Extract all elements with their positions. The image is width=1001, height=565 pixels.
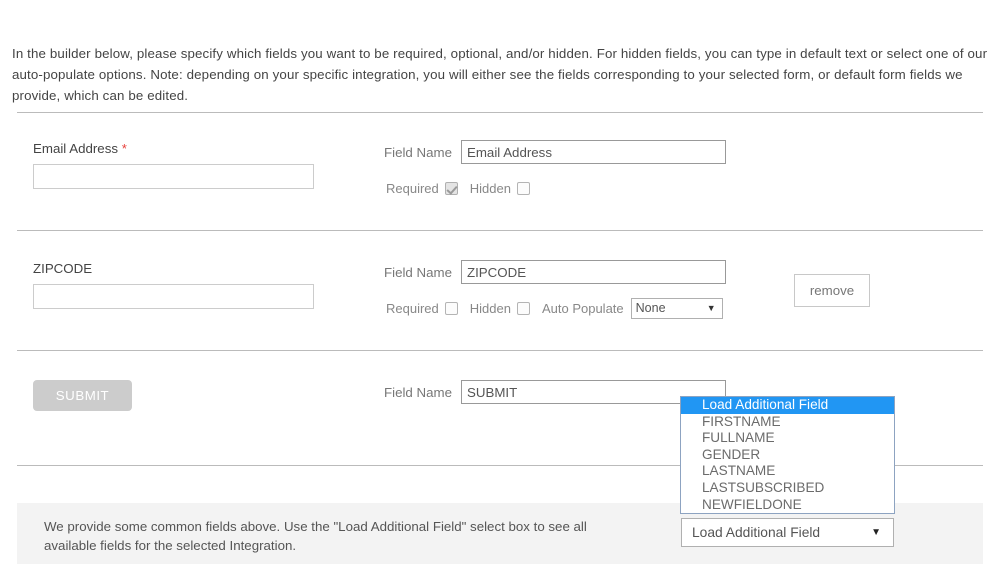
field-row-email-address: Email Address * Field Name Required Hidd… bbox=[0, 140, 1001, 220]
load-additional-field-option[interactable]: LASTSUBSCRIBED bbox=[681, 480, 894, 497]
remove-button-zipcode[interactable]: remove bbox=[794, 274, 870, 307]
divider-top bbox=[17, 112, 983, 113]
intro-paragraph: In the builder below, please specify whi… bbox=[12, 46, 988, 104]
field-preview-submit: SUBMIT bbox=[33, 380, 132, 411]
auto-populate-label: Auto Populate bbox=[541, 300, 624, 316]
preview-label-email-address: Email Address * bbox=[33, 140, 314, 158]
load-additional-field-select[interactable]: Load Additional Field ▼ bbox=[681, 518, 894, 547]
preview-label-zipcode: ZIPCODE bbox=[33, 260, 314, 278]
required-asterisk-icon: * bbox=[121, 141, 127, 156]
load-additional-field-option[interactable]: LASTNAME bbox=[681, 463, 894, 480]
submit-preview-button[interactable]: SUBMIT bbox=[33, 380, 132, 411]
field-builder-page: In the builder below, please specify whi… bbox=[0, 0, 1001, 565]
field-name-line-submit: Field Name bbox=[384, 380, 726, 404]
preview-label-text: ZIPCODE bbox=[33, 261, 93, 276]
load-additional-field-option[interactable]: FULLNAME bbox=[681, 430, 894, 447]
required-checkbox-email-address[interactable] bbox=[444, 181, 458, 195]
field-name-input-zipcode[interactable] bbox=[460, 260, 726, 284]
required-checkbox-zipcode[interactable] bbox=[444, 301, 458, 315]
field-name-label: Field Name bbox=[384, 384, 452, 400]
field-row-zipcode: ZIPCODE Field Name Required Hidden Auto … bbox=[0, 260, 1001, 340]
required-label: Required bbox=[386, 180, 439, 196]
field-name-line-email-address: Field Name bbox=[384, 140, 726, 164]
preview-input-email-address[interactable] bbox=[33, 164, 314, 189]
field-name-line-zipcode: Field Name bbox=[384, 260, 726, 284]
load-additional-field-option[interactable]: Load Additional Field bbox=[681, 397, 894, 414]
divider-after-zipcode-row bbox=[17, 350, 983, 351]
field-config-submit: Field Name bbox=[384, 380, 726, 404]
chevron-down-icon: ▼ bbox=[871, 526, 881, 538]
hidden-label: Hidden bbox=[469, 300, 511, 316]
auto-populate-select-zipcode[interactable]: None ▼ bbox=[630, 297, 723, 319]
info-panel-text: We provide some common fields above. Use… bbox=[44, 519, 587, 553]
load-additional-field-option[interactable]: GENDER bbox=[681, 447, 894, 464]
field-config-email-address: Field Name Required Hidden bbox=[384, 140, 726, 198]
field-name-label: Field Name bbox=[384, 144, 452, 160]
field-preview-zipcode: ZIPCODE bbox=[33, 260, 314, 309]
required-label: Required bbox=[386, 300, 439, 316]
field-options-zipcode: Required Hidden Auto Populate None ▼ bbox=[386, 297, 726, 319]
divider-after-email-row bbox=[17, 230, 983, 231]
field-name-input-email-address[interactable] bbox=[460, 140, 726, 164]
auto-populate-selected-value: None bbox=[635, 301, 666, 315]
load-additional-field-option[interactable]: NEWFIELDONE bbox=[681, 497, 894, 514]
load-additional-field-option-list[interactable]: Load Additional Field FIRSTNAME FULLNAME GE… bbox=[680, 396, 895, 515]
field-preview-email-address: Email Address * bbox=[33, 140, 314, 189]
hidden-checkbox-zipcode[interactable] bbox=[516, 301, 530, 315]
preview-input-zipcode[interactable] bbox=[33, 284, 314, 309]
hidden-label: Hidden bbox=[469, 180, 511, 196]
field-config-zipcode: Field Name Required Hidden Auto Populate… bbox=[384, 260, 726, 319]
field-name-label: Field Name bbox=[384, 264, 452, 280]
hidden-checkbox-group-email-address: Hidden bbox=[470, 181, 530, 196]
required-checkbox-group-zipcode: Required bbox=[386, 301, 458, 316]
load-additional-field-option[interactable]: FIRSTNAME bbox=[681, 414, 894, 431]
hidden-checkbox-group-zipcode: Hidden bbox=[470, 301, 530, 316]
preview-label-text: Email Address bbox=[33, 141, 118, 156]
load-additional-field-selected-value: Load Additional Field bbox=[692, 525, 821, 540]
hidden-checkbox-email-address[interactable] bbox=[516, 181, 530, 195]
field-options-email-address: Required Hidden bbox=[386, 178, 726, 198]
chevron-down-icon: ▼ bbox=[706, 302, 716, 313]
required-checkbox-group-email-address: Required bbox=[386, 181, 458, 196]
